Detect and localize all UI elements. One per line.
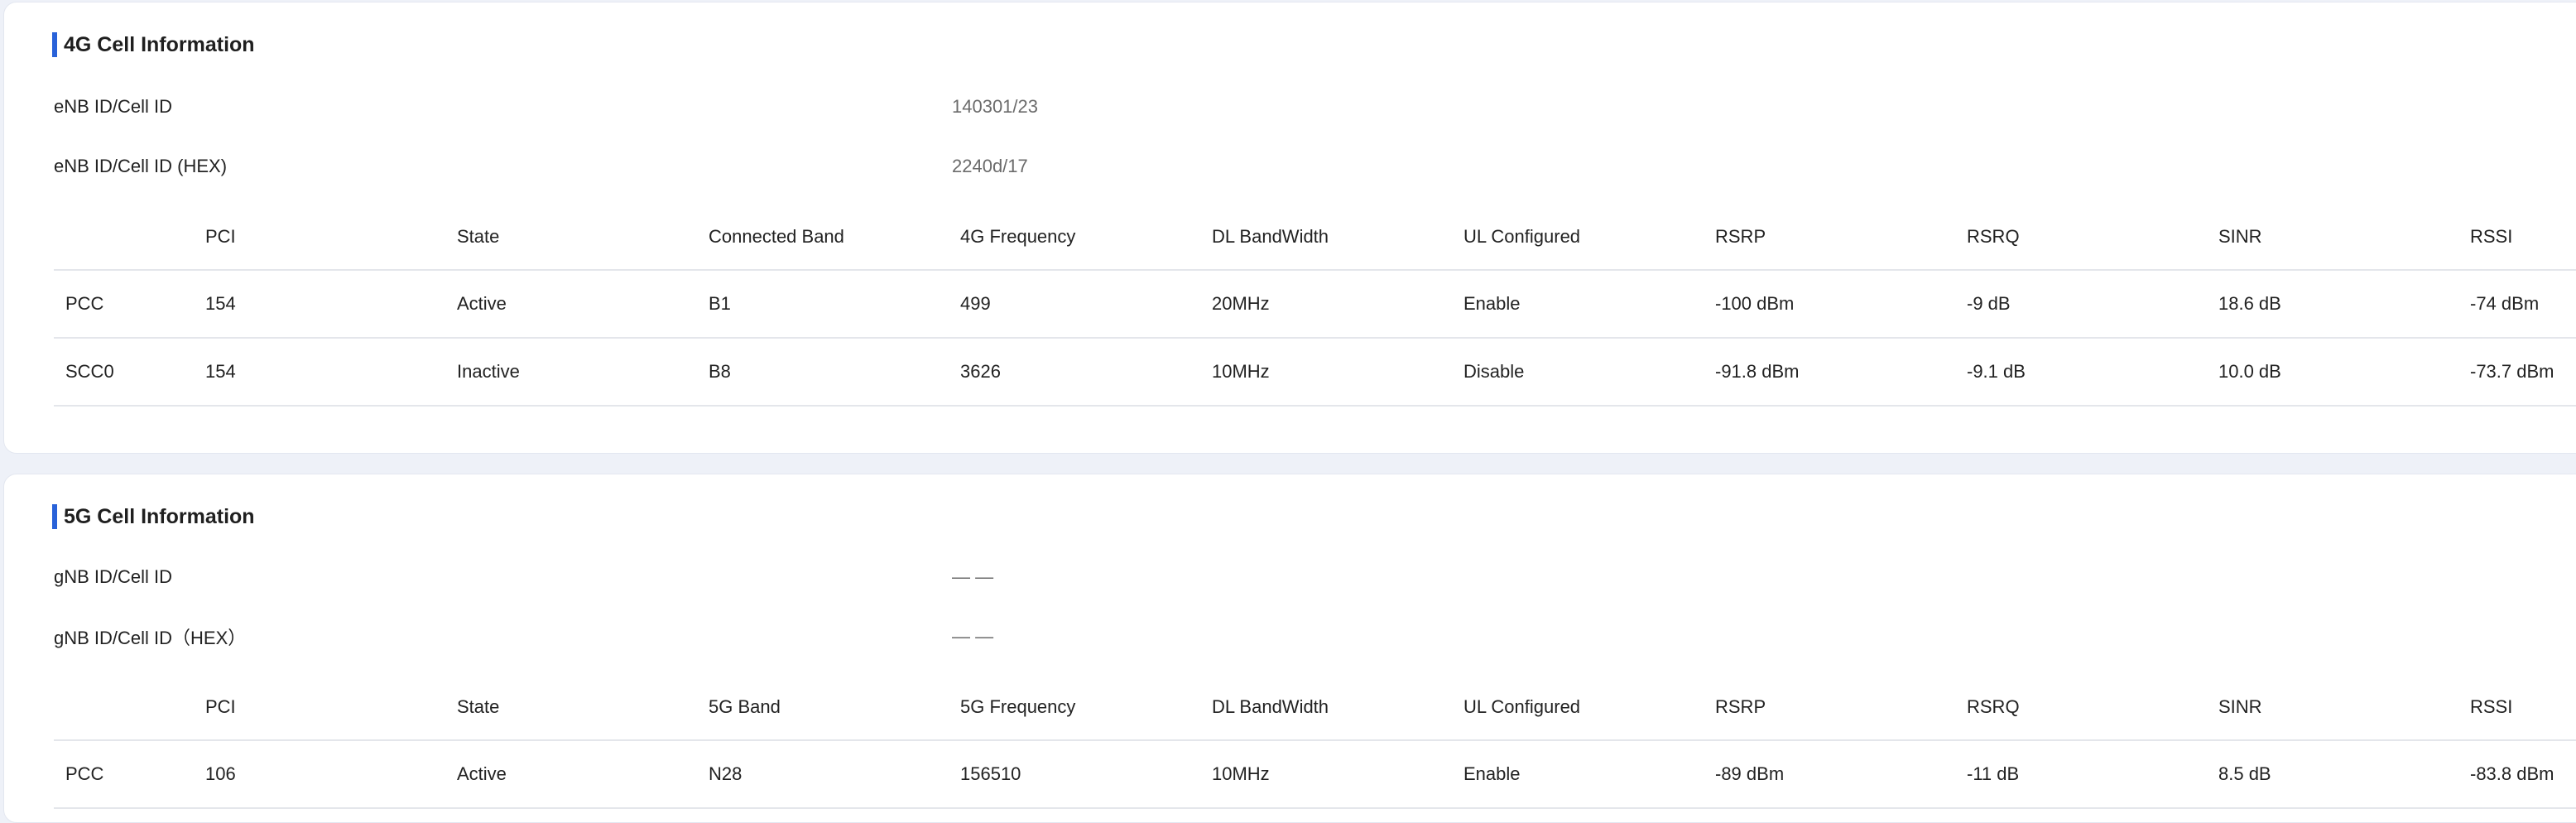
section-accent-bar [52, 504, 57, 529]
ul-configured-value: Enable [1463, 763, 1521, 784]
section-accent-bar [52, 32, 57, 57]
cell-5g-heading: 5G Cell Information [52, 503, 255, 531]
cell-4g-table: PCI State Connected Band 4G Frequency DL… [54, 205, 2576, 407]
frequency-value: 156510 [960, 763, 1021, 784]
enb-cell-id-hex-label: eNB ID/Cell ID (HEX) [54, 156, 228, 176]
pci-value: 106 [205, 763, 236, 784]
cell-4g-title: 4G Cell Information [64, 32, 255, 56]
rssi-value: -73.7 dBm [2470, 361, 2554, 382]
sinr-value: 10.0 dB [2218, 361, 2281, 382]
column-header-4g-frequency: 4G Frequency [960, 226, 1076, 247]
table-header-row: PCI State 5G Band 5G Frequency DL BandWi… [54, 675, 2576, 741]
dl-bandwidth-value: 10MHz [1212, 763, 1270, 784]
column-header-connected-band: Connected Band [709, 226, 844, 247]
state-value: Active [457, 763, 507, 784]
column-header-5g-band: 5G Band [709, 696, 781, 717]
gnb-cell-id-row: gNB ID/Cell ID — — [54, 562, 993, 592]
cell-5g-table: PCI State 5G Band 5G Frequency DL BandWi… [54, 675, 2576, 809]
column-header-rssi: RSSI [2470, 696, 2513, 717]
cell-5g-card: 5G Cell Information gNB ID/Cell ID — — g… [3, 474, 2576, 823]
column-header-ul-configured: UL Configured [1463, 696, 1581, 717]
column-header-rssi: RSSI [2470, 226, 2513, 247]
band-value: B1 [709, 293, 731, 314]
gnb-cell-id-label: gNB ID/Cell ID [54, 566, 173, 587]
dl-bandwidth-value: 20MHz [1212, 293, 1270, 314]
band-value: B8 [709, 361, 731, 382]
gnb-cell-id-hex-value: — — [952, 626, 994, 647]
rsrq-value: -9.1 dB [1967, 361, 2026, 382]
column-header-state: State [457, 226, 500, 247]
state-value: Active [457, 293, 507, 314]
rsrp-value: -89 dBm [1715, 763, 1785, 784]
dl-bandwidth-value: 10MHz [1212, 361, 1270, 382]
column-header-dl-bandwidth: DL BandWidth [1212, 696, 1329, 717]
column-header-pci: PCI [205, 696, 236, 717]
table-row: SCC0 154 Inactive B8 3626 10MHz Disable … [54, 339, 2576, 407]
ul-configured-value: Enable [1463, 293, 1521, 314]
rssi-value: -74 dBm [2470, 293, 2540, 314]
pci-value: 154 [205, 293, 236, 314]
rsrp-value: -100 dBm [1715, 293, 1795, 314]
gnb-cell-id-value: — — [952, 566, 994, 587]
state-value: Inactive [457, 361, 520, 382]
column-header-state: State [457, 696, 500, 717]
cell-4g-heading: 4G Cell Information [52, 31, 255, 59]
column-header-rsrq: RSRQ [1967, 696, 2020, 717]
enb-cell-id-label: eNB ID/Cell ID [54, 96, 173, 117]
sinr-value: 18.6 dB [2218, 293, 2281, 314]
sinr-value: 8.5 dB [2218, 763, 2271, 784]
rsrp-value: -91.8 dBm [1715, 361, 1800, 382]
enb-cell-id-hex-value: 2240d/17 [952, 156, 1028, 176]
cell-5g-title: 5G Cell Information [64, 504, 255, 528]
gnb-cell-id-hex-row: gNB ID/Cell ID（HEX） — — [54, 622, 993, 652]
carrier-name: SCC0 [65, 361, 114, 382]
enb-cell-id-hex-row: eNB ID/Cell ID (HEX) 2240d/17 [54, 152, 1028, 181]
gnb-cell-id-hex-label: gNB ID/Cell ID（HEX） [54, 628, 247, 648]
cell-4g-card: 4G Cell Information eNB ID/Cell ID 14030… [3, 2, 2576, 454]
frequency-value: 3626 [960, 361, 1001, 382]
column-header-sinr: SINR [2218, 696, 2262, 717]
ul-configured-value: Disable [1463, 361, 1525, 382]
column-header-5g-frequency: 5G Frequency [960, 696, 1076, 717]
enb-cell-id-row: eNB ID/Cell ID 140301/23 [54, 92, 1038, 122]
table-row: PCC 154 Active B1 499 20MHz Enable -100 … [54, 271, 2576, 339]
band-value: N28 [709, 763, 743, 784]
table-header-row: PCI State Connected Band 4G Frequency DL… [54, 205, 2576, 271]
rssi-value: -83.8 dBm [2470, 763, 2554, 784]
frequency-value: 499 [960, 293, 991, 314]
column-header-pci: PCI [205, 226, 236, 247]
column-header-rsrq: RSRQ [1967, 226, 2020, 247]
column-header-rsrp: RSRP [1715, 696, 1766, 717]
rsrq-value: -11 dB [1967, 763, 2020, 784]
column-header-sinr: SINR [2218, 226, 2262, 247]
enb-cell-id-value: 140301/23 [952, 96, 1038, 117]
pci-value: 154 [205, 361, 236, 382]
carrier-name: PCC [65, 293, 104, 314]
column-header-ul-configured: UL Configured [1463, 226, 1581, 247]
column-header-dl-bandwidth: DL BandWidth [1212, 226, 1329, 247]
rsrq-value: -9 dB [1967, 293, 2011, 314]
column-header-rsrp: RSRP [1715, 226, 1766, 247]
carrier-name: PCC [65, 763, 104, 784]
